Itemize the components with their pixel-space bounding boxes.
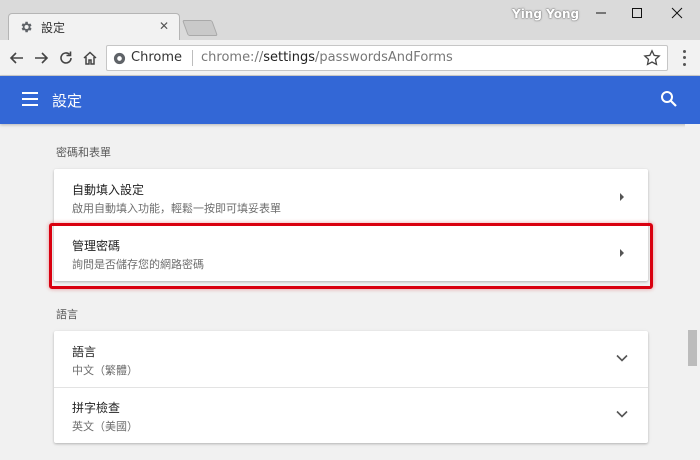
maximize-button[interactable] <box>622 2 652 24</box>
scrollbar-track[interactable] <box>685 124 700 460</box>
gear-icon <box>21 21 32 33</box>
highlight-box <box>49 223 653 289</box>
chevron-down-icon <box>616 354 628 362</box>
address-bar[interactable]: Chrome chrome://settings/passwordsAndFor… <box>106 45 668 71</box>
menu-icon[interactable] <box>22 92 38 106</box>
back-button[interactable] <box>6 47 28 69</box>
forward-arrow-icon <box>35 52 49 64</box>
omnibox-divider <box>192 50 193 66</box>
url-path: /passwordsAndForms <box>315 50 453 65</box>
settings-header: 設定 <box>0 76 700 124</box>
star-icon[interactable] <box>643 49 661 67</box>
search-icon[interactable] <box>660 90 678 108</box>
minimize-icon <box>596 12 606 14</box>
language-row[interactable]: 語言 中文（繁體） <box>54 331 648 387</box>
close-icon[interactable]: ✕ <box>159 19 169 33</box>
languages-card: 語言 中文（繁體） 拼字檢查 英文（美國） <box>54 331 648 443</box>
window-close-button[interactable] <box>662 2 692 24</box>
forward-button[interactable] <box>30 47 52 69</box>
row-title: 拼字檢查 <box>72 401 121 415</box>
autofill-settings-row[interactable]: 自動填入設定 啟用自動填入功能，輕鬆一按即可填妥表單 <box>54 169 648 225</box>
row-title: 語言 <box>72 345 97 359</box>
reload-icon <box>60 51 72 64</box>
tab-title: 設定 <box>41 21 66 35</box>
profile-name[interactable]: Ying Yong <box>512 7 579 21</box>
arrow-right-icon <box>620 193 624 201</box>
new-tab-button[interactable] <box>182 20 218 36</box>
more-vert-icon[interactable] <box>676 48 692 68</box>
minimize-button[interactable] <box>586 2 616 24</box>
row-subtitle: 英文（美國） <box>72 420 138 433</box>
chrome-icon <box>113 52 126 65</box>
section-title-passwords: 密碼和表單 <box>56 146 111 159</box>
back-arrow-icon <box>9 52 23 64</box>
reload-button[interactable] <box>55 47 77 69</box>
url-host: settings <box>263 50 316 65</box>
chevron-down-icon <box>616 410 628 418</box>
section-title-languages: 語言 <box>56 308 78 321</box>
home-icon <box>83 51 97 65</box>
spellcheck-row[interactable]: 拼字檢查 英文（美國） <box>54 387 648 443</box>
row-subtitle: 啟用自動填入功能，輕鬆一按即可填妥表單 <box>72 202 281 215</box>
page-title: 設定 <box>52 92 83 110</box>
tab-settings[interactable]: 設定 ✕ <box>8 13 180 40</box>
site-chip: Chrome <box>131 50 182 65</box>
window-close-icon <box>671 7 683 19</box>
maximize-icon <box>632 8 642 18</box>
url-prefix: chrome:// <box>201 50 264 65</box>
scrollbar-thumb[interactable] <box>688 330 697 366</box>
title-bar: 設定 ✕ Ying Yong <box>0 0 700 40</box>
url-text[interactable]: chrome://settings/passwordsAndForms <box>201 50 453 65</box>
browser-toolbar: Chrome chrome://settings/passwordsAndFor… <box>0 40 700 76</box>
row-title: 自動填入設定 <box>72 183 145 197</box>
row-subtitle: 中文（繁體） <box>72 364 138 377</box>
home-button[interactable] <box>79 47 101 69</box>
